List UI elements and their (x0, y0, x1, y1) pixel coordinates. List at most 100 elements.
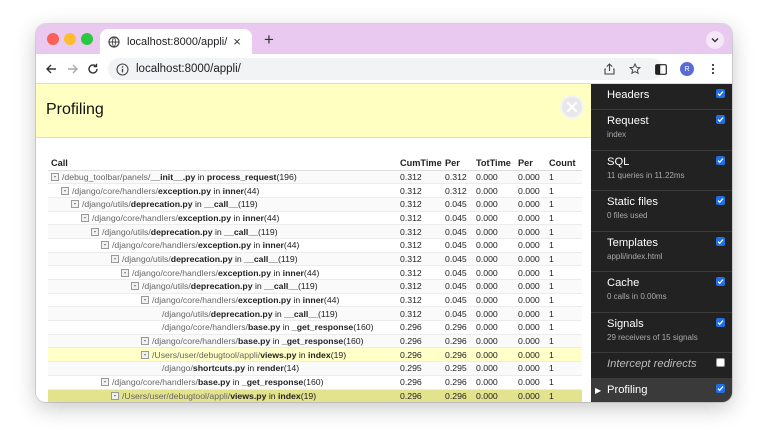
table-row[interactable]: -/django/core/handlers/exception.py in i… (48, 265, 582, 280)
panel-enable-checkbox[interactable] (716, 236, 725, 246)
collapse-toggle-icon[interactable]: - (111, 391, 119, 400)
tottime-cell: 0.000 (473, 320, 515, 335)
collapse-toggle-icon[interactable]: - (101, 241, 109, 250)
panel-enable-checkbox[interactable] (716, 196, 725, 205)
sidebar-toggle-icon[interactable] (650, 58, 672, 80)
panel-enable-checkbox[interactable] (716, 384, 725, 393)
call-in: in (266, 390, 278, 401)
table-row[interactable]: -/Users/user/debugtool/appli/views.py in… (48, 389, 582, 402)
table-row[interactable]: /django/core/handlers/base.py in _get_re… (48, 320, 582, 335)
column-header: Per (515, 156, 546, 171)
call-path: /django/core/handlers/ (92, 212, 178, 223)
collapse-toggle-icon[interactable]: - (51, 172, 59, 181)
tab-search-button[interactable] (706, 31, 724, 49)
collapse-toggle-icon[interactable]: - (141, 350, 149, 359)
table-row[interactable]: -/django/core/handlers/exception.py in i… (48, 211, 582, 226)
tottime-cell: 0.000 (473, 238, 515, 253)
sidebar-item-label: Request (607, 115, 649, 127)
panel-enable-checkbox[interactable] (716, 115, 725, 124)
sidebar-item-signals[interactable]: Signals 29 receivers of 15 signals (591, 313, 732, 353)
collapse-toggle-icon[interactable]: - (131, 282, 139, 291)
collapse-toggle-icon[interactable]: - (101, 378, 109, 387)
sidebar-item-intercept-redirects[interactable]: Intercept redirects (591, 353, 732, 379)
sidebar-item-cache[interactable]: Cache 0 calls in 0.00ms (591, 272, 732, 313)
collapse-toggle-icon[interactable]: - (61, 186, 69, 195)
table-row[interactable]: -/django/core/handlers/base.py in _get_r… (48, 375, 582, 390)
table-row[interactable]: /django/shortcuts.py in render (14) 0.295 0… (48, 361, 582, 376)
sidebar-item-subtitle: index (607, 130, 627, 139)
count-cell: 1 (546, 265, 582, 280)
sidebar-item-profiling[interactable]: ▶ Profiling (591, 379, 732, 402)
call-line: (119) (298, 281, 318, 292)
table-row[interactable]: -/django/core/handlers/exception.py in i… (48, 238, 582, 253)
call-cell: /django/core/handlers/base.py in _get_re… (48, 320, 397, 335)
collapse-toggle-icon[interactable]: - (141, 337, 149, 346)
panel-enable-checkbox[interactable] (716, 358, 725, 367)
per-cell: 0.045 (442, 238, 473, 253)
minimize-window-button[interactable] (64, 33, 76, 45)
count-cell: 1 (546, 293, 582, 308)
collapse-toggle-icon[interactable]: - (111, 254, 119, 263)
address-bar[interactable]: localhost:8000/appli/ (108, 58, 663, 80)
table-row[interactable]: -/django/utils/deprecation.py in __call_… (48, 224, 582, 239)
table-row[interactable]: -/debug_toolbar/panels/__init__.py in pr… (48, 170, 582, 185)
tottime-cell: 0.000 (473, 183, 515, 198)
table-row[interactable]: /django/utils/deprecation.py in __call__… (48, 306, 582, 322)
cumtime-cell: 0.312 (397, 211, 442, 226)
call-line: (119) (258, 226, 278, 237)
per-cell: 0.000 (515, 361, 546, 376)
url-text[interactable]: localhost:8000/appli/ (136, 63, 241, 75)
table-row[interactable]: -/Users/user/debugtool/appli/views.py in… (48, 347, 582, 363)
profile-table-container: Call CumTime Per TotTime Per Count -/deb… (48, 156, 582, 402)
sidebar-item-label: Profiling (607, 384, 648, 396)
sidebar-item-label: Templates (607, 236, 658, 249)
collapse-toggle-icon[interactable]: - (91, 227, 99, 236)
tab-close-icon[interactable]: × (230, 34, 244, 49)
count-cell: 1 (546, 347, 582, 363)
call-path: /django/core/handlers/ (72, 185, 158, 196)
call-in: in (291, 295, 303, 306)
close-window-button[interactable] (47, 33, 59, 45)
collapse-toggle-icon[interactable]: - (121, 268, 129, 277)
sidebar-item-headers[interactable]: Headers (591, 84, 732, 110)
sidebar-item-sql[interactable]: SQL 11 queries in 11.22ms (591, 151, 732, 191)
panel-enable-checkbox[interactable] (716, 155, 725, 165)
checkmark-icon (717, 279, 724, 285)
back-button[interactable] (42, 60, 60, 78)
call-line: (44) (303, 267, 320, 278)
call-cell: -/django/core/handlers/base.py in _get_r… (48, 334, 397, 349)
collapse-toggle-icon[interactable]: - (81, 213, 89, 222)
panel-enable-checkbox[interactable] (716, 317, 725, 327)
call-cell: -/Users/user/debugtool/appli/views.py in… (48, 347, 397, 363)
cumtime-cell: 0.312 (397, 293, 442, 308)
sidebar-item-static-files[interactable]: Static files 0 files used (591, 191, 732, 232)
table-row[interactable]: -/django/utils/deprecation.py in __call_… (48, 279, 582, 294)
zoom-window-button[interactable] (81, 33, 93, 45)
more-menu-icon[interactable] (702, 58, 724, 80)
panel-close-button[interactable] (560, 95, 584, 119)
table-row[interactable]: -/django/core/handlers/exception.py in i… (48, 183, 582, 198)
call-file: __init__.py (150, 171, 196, 182)
info-icon[interactable] (116, 62, 129, 76)
checkmark-icon (717, 117, 724, 123)
panel-enable-checkbox[interactable] (716, 89, 725, 98)
table-row[interactable]: -/django/core/handlers/exception.py in i… (48, 293, 582, 308)
panel-enable-checkbox[interactable] (716, 277, 725, 286)
share-icon[interactable] (598, 58, 620, 80)
table-row[interactable]: -/django/utils/deprecation.py in __call_… (48, 197, 582, 212)
reload-icon (88, 63, 98, 74)
new-tab-button[interactable]: + (260, 31, 278, 49)
profile-button[interactable]: R (676, 58, 698, 80)
forward-button[interactable] (64, 60, 82, 78)
sidebar-item-templates[interactable]: Templates appli/index.html (591, 232, 732, 272)
browser-tab[interactable]: localhost:8000/appli/ × (100, 29, 252, 54)
collapse-toggle-icon[interactable]: - (71, 200, 79, 209)
collapse-toggle-icon[interactable]: - (141, 296, 149, 305)
tottime-cell: 0.000 (473, 170, 515, 185)
bookmark-star-icon[interactable] (624, 58, 646, 80)
call-path: /django/core/handlers/ (162, 322, 248, 333)
table-row[interactable]: -/django/utils/deprecation.py in __call_… (48, 252, 582, 267)
reload-button[interactable] (84, 60, 102, 78)
sidebar-item-request[interactable]: Request index (591, 110, 732, 151)
table-row[interactable]: -/django/core/handlers/base.py in _get_r… (48, 334, 582, 349)
